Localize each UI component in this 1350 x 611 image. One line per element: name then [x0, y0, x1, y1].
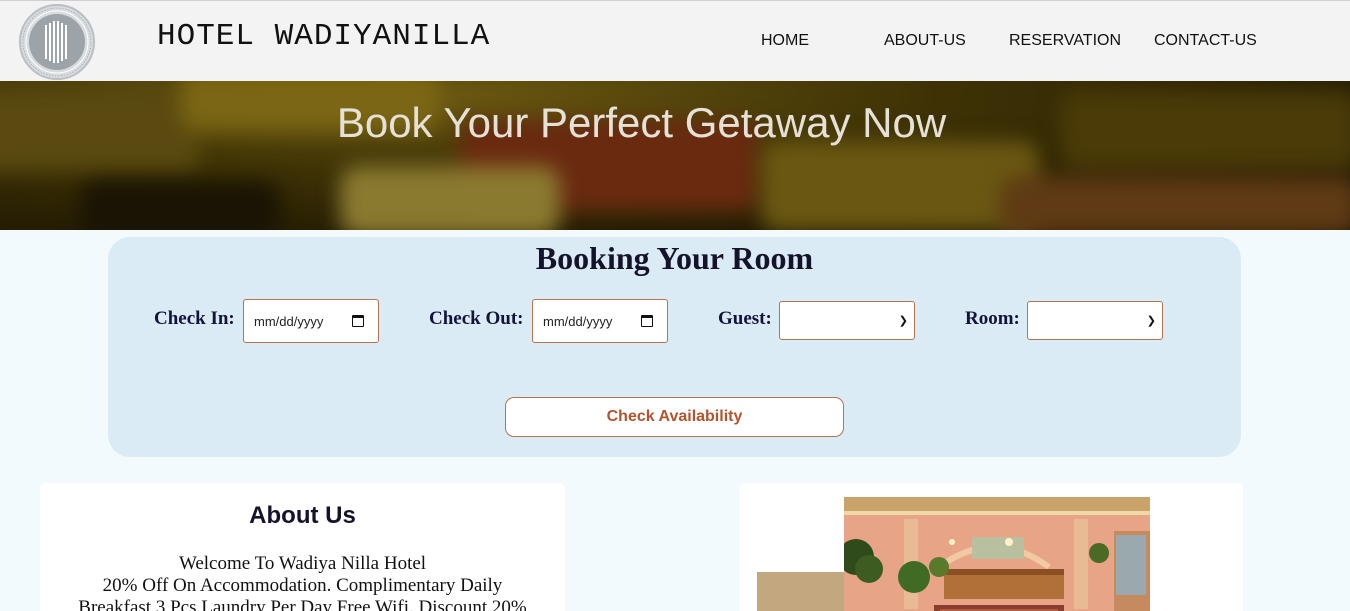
nav-home[interactable]: HOME	[761, 32, 809, 50]
hotel-image-card	[740, 483, 1243, 611]
room-select[interactable]: ❯	[1027, 301, 1163, 340]
chevron-down-icon: ❯	[898, 315, 908, 327]
about-line: Welcome To Wadiya Nilla Hotel	[178, 553, 427, 574]
calendar-icon[interactable]	[352, 315, 364, 327]
hotel-lobby-image	[844, 497, 1150, 611]
nav-about-us[interactable]: ABOUT-US	[884, 32, 966, 50]
check-in-value: mm/dd/yyyy	[254, 313, 324, 329]
check-in-date-input[interactable]: mm/dd/yyyy	[243, 299, 379, 343]
about-us-title: About Us	[249, 502, 356, 529]
about-line: 20% Off On Accommodation. Complimentary …	[102, 575, 503, 596]
image-decoration	[757, 572, 845, 611]
guest-label: Guest:	[718, 308, 772, 329]
chevron-down-icon: ❯	[1146, 315, 1156, 327]
check-out-label: Check Out:	[429, 308, 524, 329]
check-availability-button[interactable]: Check Availability	[505, 397, 844, 437]
check-out-value: mm/dd/yyyy	[543, 313, 613, 329]
check-in-label: Check In:	[154, 308, 235, 329]
about-line: Breakfast 3 Pcs Laundry Per Day Free Wif…	[78, 597, 527, 611]
hotel-logo[interactable]	[13, 3, 101, 81]
hero-background-shape	[1000, 176, 1350, 230]
hero-background-shape	[760, 141, 1040, 230]
hero-background-shape	[80, 181, 280, 230]
nav-contact-us[interactable]: CONTACT-US	[1154, 32, 1257, 50]
about-us-card: About Us Welcome To Wadiya Nilla Hotel 2…	[40, 483, 565, 611]
hero-background-shape	[340, 166, 560, 230]
hero-banner: Book Your Perfect Getaway Now	[0, 81, 1350, 230]
site-header: HOTEL WADIYANILLA HOME ABOUT-US RESERVAT…	[0, 0, 1350, 81]
booking-form: Booking Your Room Check In: mm/dd/yyyy C…	[108, 237, 1241, 457]
nav-reservation[interactable]: RESERVATION	[1009, 32, 1121, 50]
brand-name[interactable]: HOTEL WADIYANILLA	[157, 19, 490, 54]
hero-title: Book Your Perfect Getaway Now	[336, 99, 947, 146]
guest-select[interactable]: ❯	[779, 301, 915, 340]
calendar-icon[interactable]	[641, 315, 653, 327]
room-label: Room:	[965, 308, 1020, 329]
check-out-date-input[interactable]: mm/dd/yyyy	[532, 299, 668, 343]
booking-title: Booking Your Room	[535, 240, 814, 276]
about-us-text: Welcome To Wadiya Nilla Hotel 20% Off On…	[40, 553, 565, 611]
